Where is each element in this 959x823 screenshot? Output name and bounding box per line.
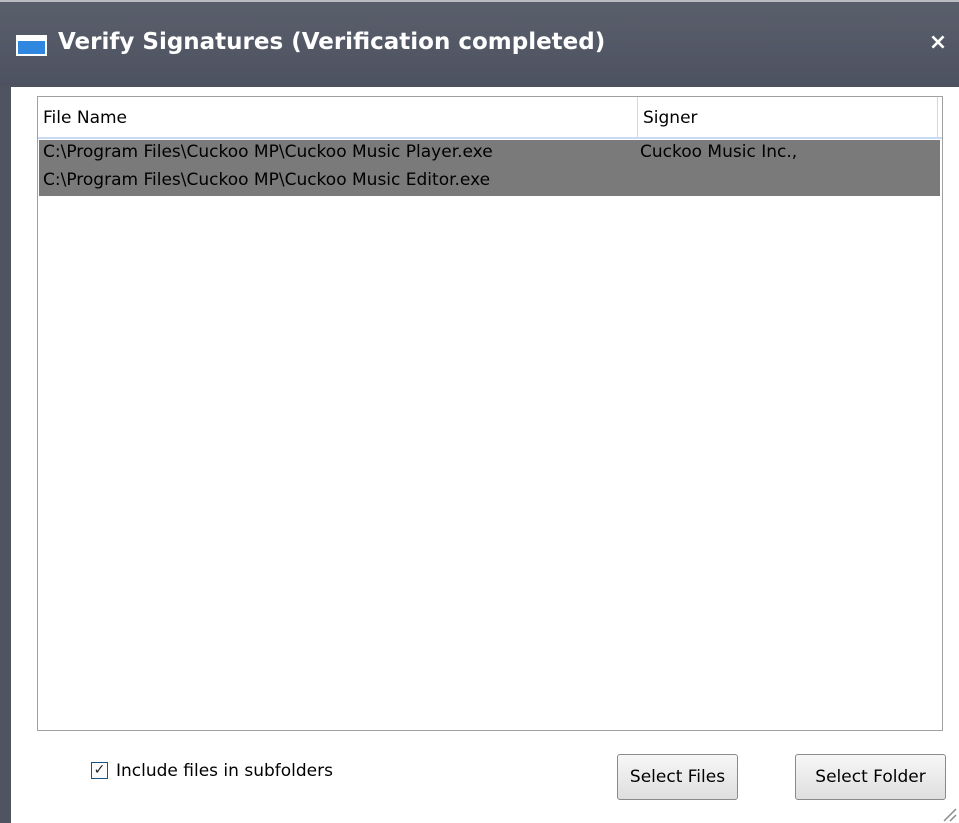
file-name-cell: C:\Program Files\Cuckoo MP\Cuckoo Music … (43, 142, 493, 162)
title-bar[interactable]: Verify Signatures (Verification complete… (0, 0, 959, 87)
resize-grip-icon[interactable] (941, 806, 957, 822)
include-subfolders-checkbox[interactable]: ✓ (91, 762, 108, 779)
window-icon (16, 35, 47, 56)
select-files-button[interactable]: Select Files (617, 754, 738, 800)
table-row[interactable]: C:\Program Files\Cuckoo MP\Cuckoo Music … (39, 140, 940, 168)
select-folder-button[interactable]: Select Folder (795, 754, 946, 800)
verify-signatures-dialog: Verify Signatures (Verification complete… (0, 0, 959, 823)
column-header-signer[interactable]: Signer (638, 97, 938, 137)
signature-results-list[interactable]: File Name Signer C:\Program Files\Cuckoo… (37, 96, 943, 731)
window-left-border (0, 87, 11, 823)
close-icon[interactable]: × (925, 30, 951, 56)
table-row[interactable]: C:\Program Files\Cuckoo MP\Cuckoo Music … (39, 168, 940, 196)
window-title: Verify Signatures (Verification complete… (58, 29, 606, 55)
signer-cell: Cuckoo Music Inc., (640, 142, 798, 162)
column-header-file-name[interactable]: File Name (38, 97, 638, 137)
include-subfolders-label[interactable]: Include files in subfolders (116, 761, 333, 781)
file-name-cell: C:\Program Files\Cuckoo MP\Cuckoo Music … (43, 170, 491, 190)
list-header: File Name Signer (38, 97, 942, 139)
